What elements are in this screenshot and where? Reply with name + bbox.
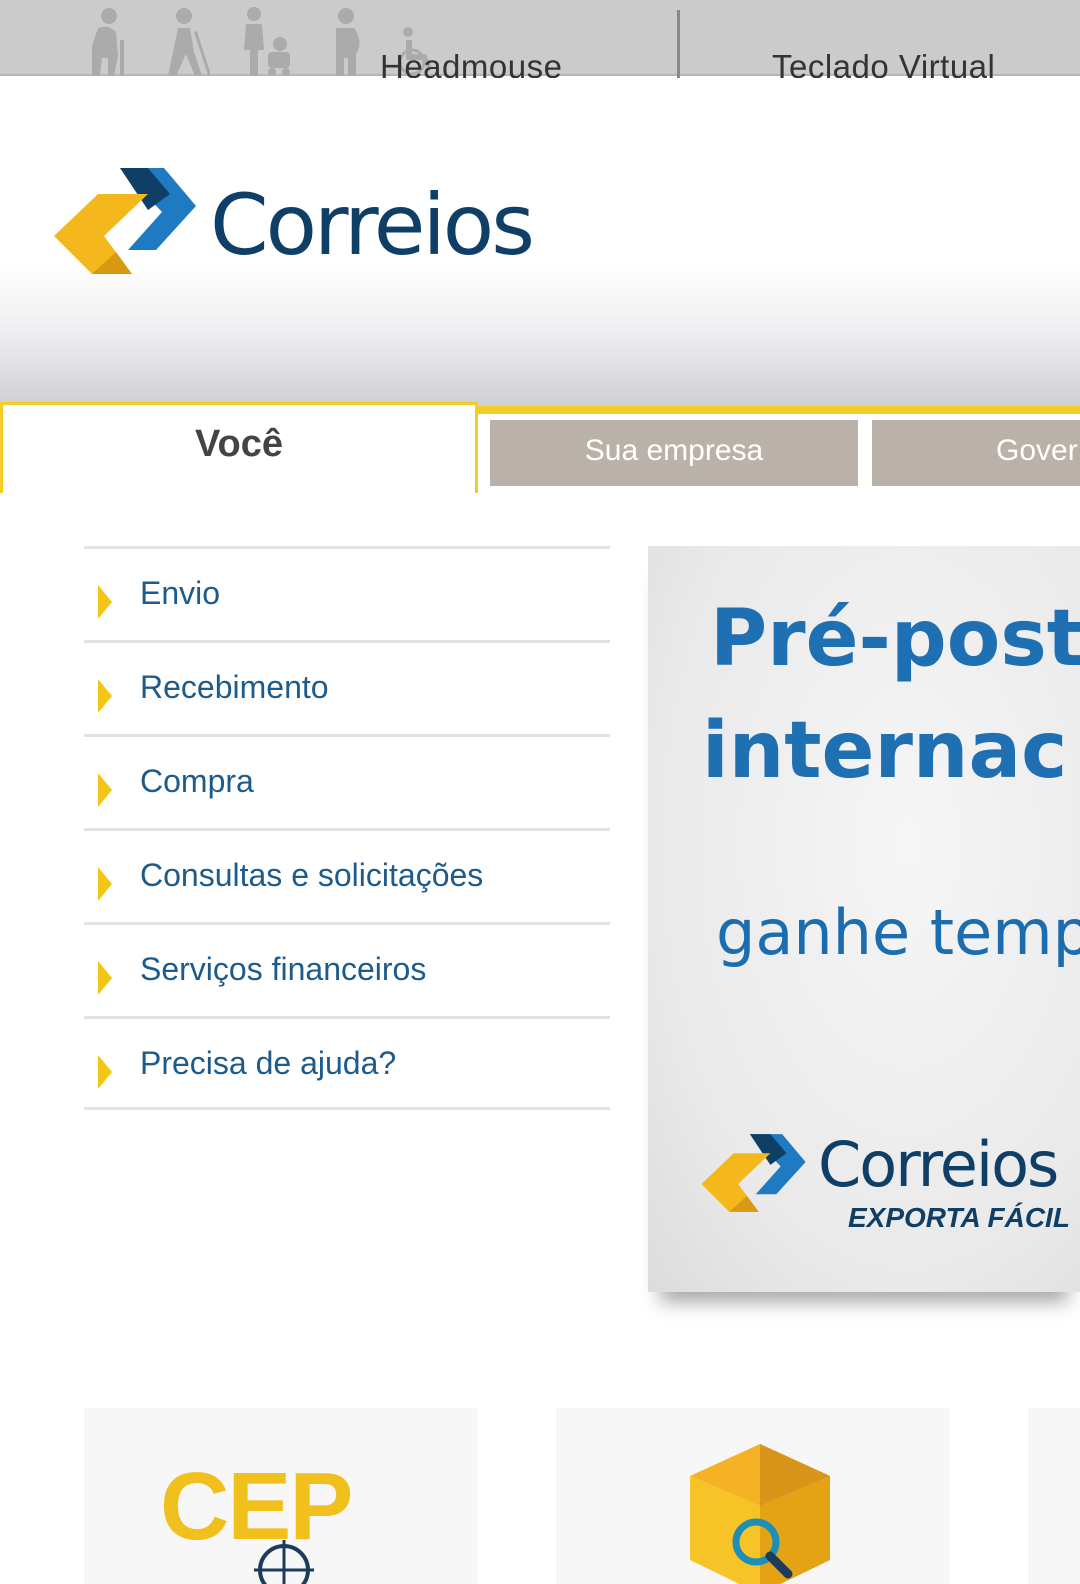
- correios-logo-icon: [701, 1134, 806, 1212]
- chevron-right-icon: [98, 773, 112, 807]
- menu-item-label: Recebimento: [140, 669, 329, 705]
- tab-sua-empresa[interactable]: Sua empresa: [490, 420, 858, 486]
- banner-logo-subtitle: EXPORTA FÁCIL: [848, 1202, 1070, 1233]
- tab-label: Sua empresa: [584, 434, 764, 467]
- crosshair-icon: [254, 1540, 314, 1584]
- menu-item-servicos-financeiros[interactable]: Serviços financeiros: [84, 922, 610, 1016]
- menu-item-label: Compra: [140, 763, 254, 799]
- tab-voce[interactable]: Você: [0, 402, 478, 493]
- pregnant-person-icon[interactable]: [328, 6, 368, 76]
- card-cep[interactable]: CEP: [84, 1408, 478, 1584]
- menu-item-label: Envio: [140, 575, 221, 611]
- promo-banner[interactable]: Pré-post internac ganhe temp Correios EX…: [648, 546, 1080, 1292]
- banner-correios-logo: Correios EXPORTA FÁCIL: [700, 1128, 1080, 1233]
- tab-label: Gover: [996, 434, 1078, 467]
- tab-bar-line: [474, 406, 1080, 414]
- chevron-right-icon: [98, 867, 112, 901]
- card-package-tracking[interactable]: [556, 1408, 950, 1584]
- site-header: Correios: [0, 78, 1080, 408]
- menu-item-ajuda[interactable]: Precisa de ajuda?: [84, 1016, 610, 1110]
- card-partial[interactable]: [1028, 1408, 1080, 1584]
- menu-item-label: Serviços financeiros: [140, 951, 427, 987]
- elderly-person-icon[interactable]: [84, 6, 130, 76]
- menu-item-label: Precisa de ajuda?: [140, 1045, 397, 1081]
- chevron-right-icon: [98, 585, 112, 619]
- menu-item-recebimento[interactable]: Recebimento: [84, 640, 610, 734]
- banner-logo-wordmark: Correios: [818, 1128, 1059, 1201]
- package-search-icon: [690, 1444, 830, 1584]
- banner-headline-2: internac: [702, 706, 1068, 796]
- tab-governo[interactable]: Gover: [872, 420, 1080, 486]
- banner-tagline: ganhe temp: [716, 896, 1080, 969]
- menu-item-label: Consultas e solicitações: [140, 857, 484, 893]
- menu-item-consultas[interactable]: Consultas e solicitações: [84, 828, 610, 922]
- accessibility-bar: Headmouse Teclado Virtual: [0, 0, 1080, 100]
- chevron-right-icon: [98, 679, 112, 713]
- chevron-right-icon: [98, 1055, 112, 1089]
- person-with-baby-icon[interactable]: [240, 6, 292, 76]
- menu-item-compra[interactable]: Compra: [84, 734, 610, 828]
- menu-item-envio[interactable]: Envio: [84, 546, 610, 640]
- correios-logo-icon: [54, 168, 196, 274]
- tab-label: Você: [194, 423, 283, 465]
- blind-person-icon[interactable]: [164, 6, 210, 76]
- banner-headline-1: Pré-post: [710, 594, 1080, 684]
- correios-logo[interactable]: Correios: [52, 166, 582, 276]
- services-menu: Envio Recebimento Compra Consultas e sol…: [84, 546, 610, 1110]
- chevron-right-icon: [98, 961, 112, 995]
- logo-wordmark: Correios: [210, 176, 535, 274]
